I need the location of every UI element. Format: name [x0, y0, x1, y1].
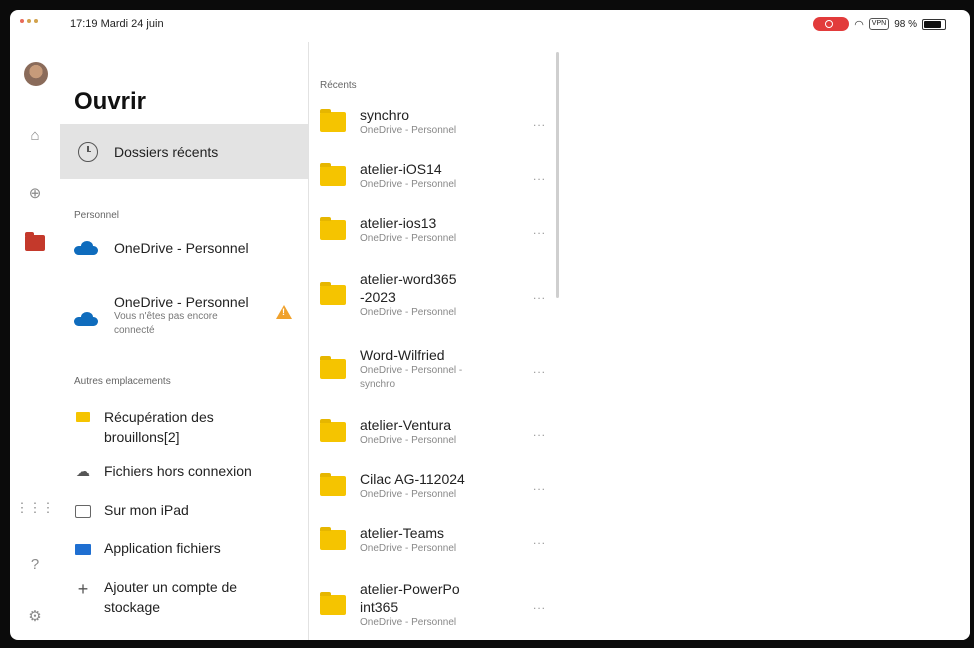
folder-location: OneDrive - Personnel [360, 179, 457, 190]
multitasking-dots-icon[interactable] [20, 19, 38, 23]
scrollbar[interactable] [556, 52, 559, 298]
personal-section-label: Personnel [74, 210, 120, 221]
folder-location: OneDrive - Personnel [360, 489, 457, 500]
warning-icon[interactable] [276, 305, 292, 319]
recent-folders-item[interactable]: Dossiers récents [60, 124, 308, 179]
folder-location: OneDrive - Personnel [360, 543, 457, 554]
location-title: OneDrive - Personnel [114, 240, 249, 256]
recent-folders-label: Dossiers récents [114, 143, 219, 160]
more-options-icon[interactable]: ... [533, 598, 546, 612]
recent-folder-item[interactable]: atelier-Ventura OneDrive - Personnel ... [320, 416, 550, 448]
home-icon[interactable]: ⌂ [24, 124, 46, 146]
folder-icon [320, 163, 346, 186]
apps-grid-icon[interactable]: ⋮⋮⋮ [16, 497, 55, 519]
content-area [563, 42, 970, 640]
folder-icon [320, 473, 346, 496]
cloud-off-icon: ☁ [76, 463, 90, 479]
recent-folder-item[interactable]: synchro OneDrive - Personnel ... [320, 106, 550, 138]
files-app-icon [74, 540, 92, 555]
folder-icon [320, 527, 346, 550]
battery-icon [922, 18, 946, 30]
folder-location: OneDrive - Personnel [360, 125, 457, 136]
recent-folder-item[interactable]: Word-Wilfried OneDrive - Personnel - sync… [320, 346, 550, 392]
location-onedrive-2[interactable]: OneDrive - Personnel Vous n'êtes pas enc… [74, 294, 294, 338]
location-title: OneDrive - Personnel [114, 294, 249, 310]
recent-folder-item[interactable]: Cilac AG-112024 OneDrive - Personnel ... [320, 470, 550, 502]
more-options-icon[interactable]: ... [533, 288, 546, 302]
folder-icon [320, 419, 346, 442]
recent-folder-item[interactable]: atelier-Teams OneDrive - Personnel ... [320, 524, 550, 556]
help-icon[interactable]: ? [24, 553, 46, 575]
screen-recording-icon[interactable] [813, 17, 850, 31]
battery-percent: 98 % [894, 18, 917, 30]
settings-gear-icon[interactable]: ⚙ [24, 605, 46, 627]
folder-location: OneDrive - Personnel [360, 233, 457, 244]
location-on-my-ipad[interactable]: Sur mon iPad [74, 502, 189, 518]
onedrive-cloud-icon [74, 312, 98, 326]
location-files-app[interactable]: Application fichiers [74, 540, 221, 556]
open-pane: Ouvrir Dossiers récents Personnel OneDri… [60, 42, 309, 640]
left-rail: ⌂ ⊕ ⋮⋮⋮ ? ⚙ [10, 42, 60, 640]
folder-name: atelier-PowerPoint365 [360, 581, 460, 615]
folder-name: Cilac AG-112024 [360, 471, 465, 487]
location-label: Sur mon iPad [104, 502, 189, 518]
more-options-icon[interactable]: ... [533, 533, 546, 547]
folder-icon [320, 282, 346, 305]
folder-name: synchro [360, 107, 410, 123]
status-time-date: 17:19 Mardi 24 juin [70, 18, 164, 30]
location-drafts-recovery[interactable]: Récupération des brouillons[2] [74, 407, 254, 447]
vpn-badge: VPN [868, 18, 890, 30]
ipad-screen: 17:19 Mardi 24 juin ◠ VPN 98 % ⌂ ⊕ ⋮⋮⋮ ?… [10, 10, 970, 640]
folder-icon [320, 109, 346, 132]
folder-icon [320, 356, 346, 379]
folder-location: OneDrive - Personnel [360, 435, 457, 446]
folder-icon [320, 592, 346, 615]
recent-folder-item[interactable]: atelier-ios13 OneDrive - Personnel ... [320, 214, 550, 246]
location-label: Application fichiers [104, 540, 221, 556]
avatar[interactable] [24, 62, 48, 86]
open-folder-icon[interactable] [25, 232, 45, 251]
recent-folder-item[interactable]: atelier-iOS14 OneDrive - Personnel ... [320, 160, 550, 192]
folder-name: atelier-Ventura [360, 417, 452, 433]
create-icon[interactable]: ⊕ [24, 182, 46, 204]
location-label: Récupération des brouillons[2] [104, 409, 214, 445]
recent-folder-item[interactable]: atelier-word365-2023 OneDrive - Personnel… [320, 270, 550, 320]
recent-folder-item[interactable]: atelier-PowerPoint365 OneDrive - Personne… [320, 580, 550, 630]
onedrive-cloud-icon [74, 241, 98, 255]
folder-location: OneDrive - Personnel [360, 617, 457, 628]
more-options-icon[interactable]: ... [533, 362, 546, 376]
more-options-icon[interactable]: ... [533, 169, 546, 183]
add-storage-account[interactable]: + Ajouter un compte de stockage [74, 577, 254, 617]
more-options-icon[interactable]: ... [533, 479, 546, 493]
other-locations-label: Autres emplacements [74, 376, 171, 387]
folder-name: atelier-ios13 [360, 215, 437, 231]
clock-icon [78, 141, 98, 162]
folder-location: OneDrive - Personnel - synchro [360, 365, 463, 390]
recents-pane: Récents synchro OneDrive - Personnel ... … [308, 42, 562, 640]
location-onedrive-1[interactable]: OneDrive - Personnel [74, 240, 294, 256]
location-label: Fichiers hors connexion [104, 463, 252, 479]
recents-header: Récents [320, 80, 357, 91]
folder-name: atelier-Teams [360, 525, 445, 541]
folder-location: OneDrive - Personnel [360, 307, 457, 318]
more-options-icon[interactable]: ... [533, 115, 546, 129]
page-title: Ouvrir [74, 88, 147, 115]
ipad-icon [74, 502, 92, 518]
location-label: Ajouter un compte de stockage [104, 579, 238, 615]
folder-name: atelier-iOS14 [360, 161, 442, 177]
wifi-icon: ◠ [854, 18, 864, 31]
folder-icon [74, 407, 92, 422]
folder-name: atelier-word365-2023 [360, 271, 457, 305]
folder-name: Word-Wilfried [360, 347, 445, 363]
status-bar: 17:19 Mardi 24 juin ◠ VPN 98 % [10, 10, 970, 42]
status-indicators: ◠ VPN 98 % [813, 17, 946, 31]
more-options-icon[interactable]: ... [533, 223, 546, 237]
folder-icon [320, 217, 346, 240]
location-status: Vous n'êtes pas encore connecté [114, 311, 218, 336]
more-options-icon[interactable]: ... [533, 425, 546, 439]
plus-icon: + [77, 579, 89, 599]
location-offline-files[interactable]: ☁ Fichiers hors connexion [74, 463, 252, 480]
